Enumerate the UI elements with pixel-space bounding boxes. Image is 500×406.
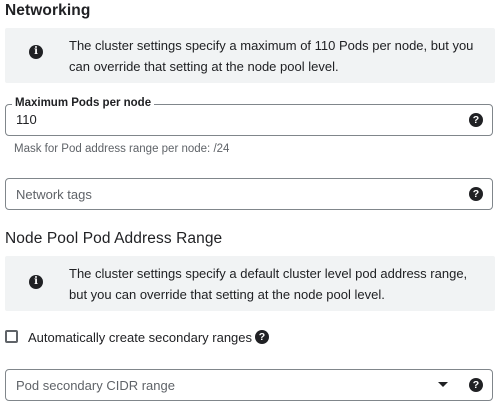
auto-secondary-ranges-checkbox[interactable]	[5, 330, 18, 343]
network-tags-help-icon[interactable]: ?	[469, 187, 483, 201]
auto-secondary-ranges-label[interactable]: Automatically create secondary ranges	[28, 330, 252, 345]
pod-cidr-placeholder: Pod secondary CIDR range	[16, 378, 175, 393]
pod-address-info-box: i The cluster settings specify a default…	[5, 256, 495, 311]
max-pods-label: Maximum Pods per node	[12, 97, 155, 109]
pod-mask-hint: Mask for Pod address range per node: /24	[14, 143, 230, 155]
info-icon: i	[29, 45, 43, 59]
pod-cidr-dropdown[interactable]: Pod secondary CIDR range ?	[5, 369, 493, 401]
networking-info-box: i The cluster settings specify a maximum…	[5, 28, 495, 83]
max-pods-value[interactable]: 110	[16, 112, 37, 127]
network-tags-field[interactable]: Network tags ?	[5, 178, 493, 210]
pod-address-info-text: The cluster settings specify a default c…	[69, 266, 468, 302]
max-pods-help-icon[interactable]: ?	[469, 113, 483, 127]
pod-address-range-title: Node Pool Pod Address Range	[5, 230, 223, 247]
auto-secondary-ranges-row[interactable]: Automatically create secondary ranges ?	[5, 329, 305, 347]
pod-cidr-help-icon[interactable]: ?	[469, 378, 483, 392]
networking-info-text: The cluster settings specify a maximum o…	[69, 38, 474, 74]
node-pool-networking-panel: Networking i The cluster settings specif…	[0, 0, 500, 406]
info-icon: i	[29, 275, 43, 289]
networking-title: Networking	[5, 2, 91, 19]
max-pods-field[interactable]: Maximum Pods per node 110 ?	[5, 97, 493, 136]
auto-secondary-help-icon[interactable]: ?	[255, 330, 269, 344]
network-tags-placeholder: Network tags	[16, 187, 92, 202]
chevron-down-icon[interactable]	[438, 382, 448, 387]
